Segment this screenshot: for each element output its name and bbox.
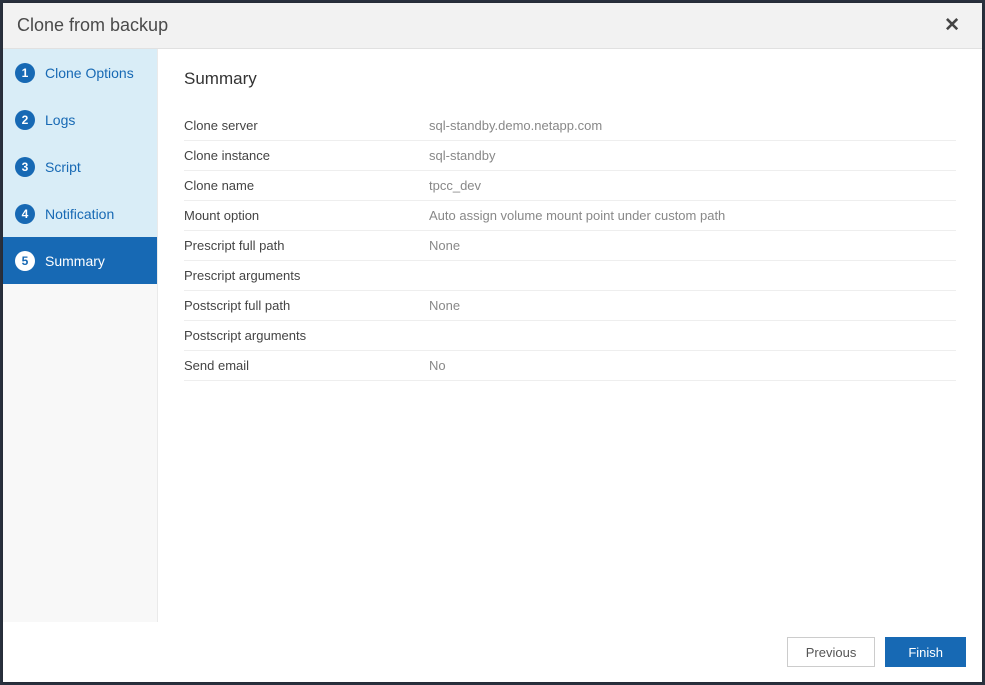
summary-row: Postscript arguments <box>184 321 956 351</box>
step-label: Summary <box>45 253 105 269</box>
row-label-clone-instance: Clone instance <box>184 148 429 163</box>
summary-row: Send email No <box>184 351 956 381</box>
row-label-postscript-path: Postscript full path <box>184 298 429 313</box>
row-label-clone-name: Clone name <box>184 178 429 193</box>
sidebar-step-script[interactable]: 3 Script <box>3 143 157 190</box>
row-value-postscript-path: None <box>429 298 460 313</box>
summary-row: Clone instance sql-standby <box>184 141 956 171</box>
step-label: Logs <box>45 112 75 128</box>
summary-row: Mount option Auto assign volume mount po… <box>184 201 956 231</box>
row-label-prescript-path: Prescript full path <box>184 238 429 253</box>
row-label-prescript-args: Prescript arguments <box>184 268 429 283</box>
dialog-footer: Previous Finish <box>3 622 982 682</box>
step-label: Notification <box>45 206 114 222</box>
summary-row: Prescript full path None <box>184 231 956 261</box>
row-label-mount-option: Mount option <box>184 208 429 223</box>
step-number-badge: 3 <box>15 157 35 177</box>
row-value-mount-option: Auto assign volume mount point under cus… <box>429 208 725 223</box>
summary-row: Clone name tpcc_dev <box>184 171 956 201</box>
finish-button[interactable]: Finish <box>885 637 966 667</box>
step-number-badge: 2 <box>15 110 35 130</box>
dialog-title: Clone from backup <box>17 15 168 36</box>
previous-button[interactable]: Previous <box>787 637 876 667</box>
step-number-badge: 4 <box>15 204 35 224</box>
row-label-clone-server: Clone server <box>184 118 429 133</box>
summary-row: Clone server sql-standby.demo.netapp.com <box>184 111 956 141</box>
dialog: Clone from backup ✕ 1 Clone Options 2 Lo… <box>3 3 982 682</box>
summary-table: Clone server sql-standby.demo.netapp.com… <box>184 111 956 381</box>
close-icon[interactable]: ✕ <box>940 14 964 37</box>
step-number-badge: 5 <box>15 251 35 271</box>
summary-row: Prescript arguments <box>184 261 956 291</box>
row-label-postscript-args: Postscript arguments <box>184 328 429 343</box>
row-value-clone-name: tpcc_dev <box>429 178 481 193</box>
sidebar-step-logs[interactable]: 2 Logs <box>3 96 157 143</box>
row-label-send-email: Send email <box>184 358 429 373</box>
step-number-badge: 1 <box>15 63 35 83</box>
titlebar: Clone from backup ✕ <box>3 3 982 49</box>
sidebar-step-summary[interactable]: 5 Summary <box>3 237 157 284</box>
row-value-clone-server: sql-standby.demo.netapp.com <box>429 118 602 133</box>
page-heading: Summary <box>184 69 956 89</box>
summary-row: Postscript full path None <box>184 291 956 321</box>
row-value-prescript-path: None <box>429 238 460 253</box>
row-value-send-email: No <box>429 358 446 373</box>
wizard-sidebar: 1 Clone Options 2 Logs 3 Script 4 Notifi… <box>3 49 158 622</box>
main-content: Summary Clone server sql-standby.demo.ne… <box>158 49 982 622</box>
sidebar-step-notification[interactable]: 4 Notification <box>3 190 157 237</box>
step-label: Script <box>45 159 81 175</box>
row-value-clone-instance: sql-standby <box>429 148 495 163</box>
sidebar-step-clone-options[interactable]: 1 Clone Options <box>3 49 157 96</box>
dialog-body: 1 Clone Options 2 Logs 3 Script 4 Notifi… <box>3 49 982 622</box>
step-label: Clone Options <box>45 65 134 81</box>
